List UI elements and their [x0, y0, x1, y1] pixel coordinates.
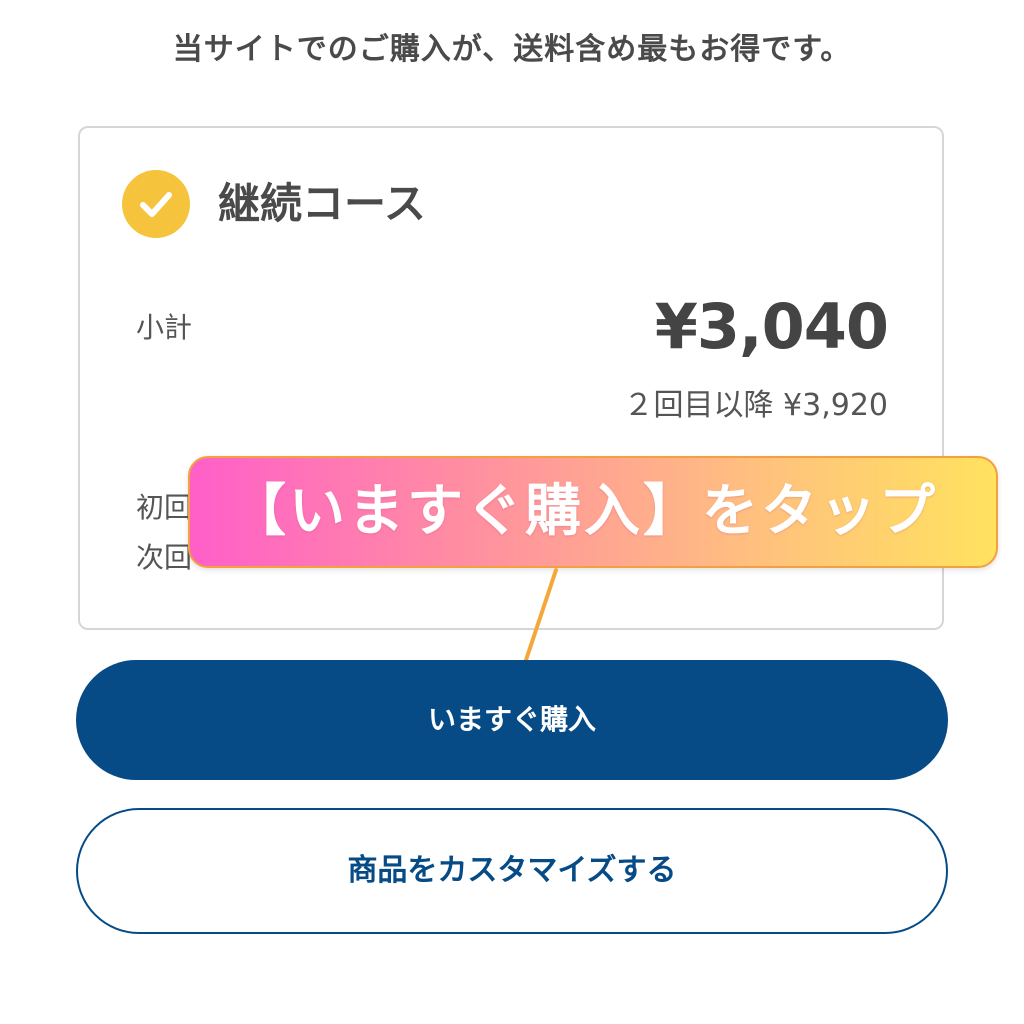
- subsequent-price: ２回目以降 ¥3,920: [623, 388, 888, 423]
- check-icon: [122, 170, 190, 238]
- first-delivery-label: 初回: [136, 491, 193, 524]
- next-delivery-label: 次回: [136, 541, 193, 574]
- subtotal-label: 小計: [136, 311, 193, 344]
- callout-text: 【いますぐ購入】をタップ: [230, 479, 938, 544]
- customize-product-button[interactable]: 商品をカスタマイズする: [76, 808, 948, 934]
- subtotal-price: ¥3,040: [654, 290, 889, 363]
- course-title: 継続コース: [218, 179, 426, 228]
- page-tagline: 当サイトでのご購入が、送料含め最もお得です。: [172, 32, 852, 67]
- buy-now-button[interactable]: いますぐ購入: [76, 660, 948, 780]
- tap-instruction-callout: 【いますぐ購入】をタップ: [188, 456, 998, 568]
